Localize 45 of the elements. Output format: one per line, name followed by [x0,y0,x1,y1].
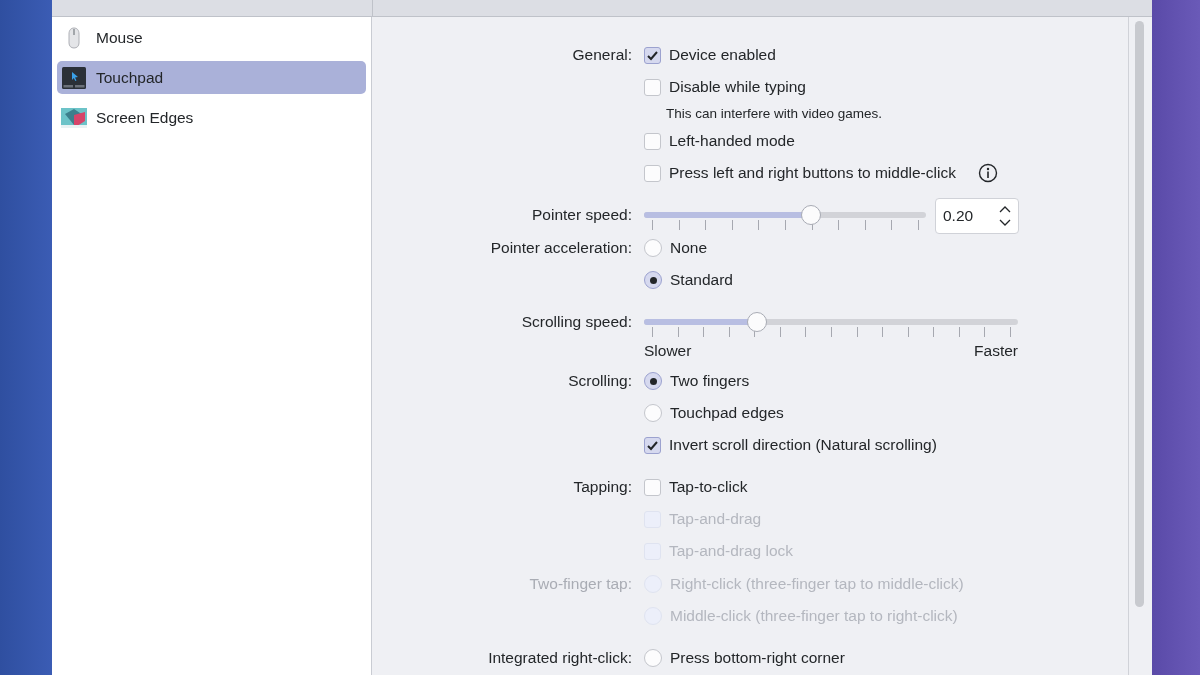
section-label: Pointer speed: [531,205,632,225]
radio-button[interactable] [644,271,662,289]
radio-label: None [670,239,708,257]
scale-label: Faster [974,342,1018,360]
section-label: Scrolling speed: [520,312,632,332]
section-label: Integrated right-click: [487,648,632,668]
sidebar-item[interactable]: Touchpad [57,61,366,94]
radio-button[interactable] [644,239,662,257]
scrollbar-thumb[interactable] [1135,21,1144,607]
radio-label: Touchpad edges [670,404,784,422]
checkbox-label: Disable while typing [669,78,806,96]
checkbox-label: Invert scroll direction (Natural scrolling) [669,436,937,454]
sidebar-item[interactable]: Mouse [57,21,366,54]
checkbox-label: Tap-to-click [669,478,748,496]
checkbox[interactable] [644,478,661,496]
checkbox[interactable] [644,164,661,182]
checkbox-label: Left-handed mode [669,132,795,150]
scale-label: Slower [644,342,692,360]
checkbox-label: Tap-and-drag [669,510,762,528]
touchpad-icon [61,64,87,91]
radio-label: Middle-click (three-finger tap to right-click) [670,607,958,625]
checkbox[interactable] [644,46,661,64]
checkbox[interactable] [644,436,661,454]
radio-button[interactable] [644,372,662,390]
radio-label: Two fingers [670,372,750,390]
checkbox[interactable] [644,132,661,150]
radio-button[interactable] [644,404,662,422]
section-label: Tapping: [572,477,632,497]
radio-label: Press bottom-right corner [670,649,845,667]
radio-button[interactable] [644,649,662,667]
checkbox-label: Press left and right buttons to middle-click [669,164,956,182]
spin-box[interactable]: 0.20 [935,198,1019,234]
radio-label: Right-click (three-finger tap to middle-click) [670,575,964,593]
section-label: General: [571,45,632,65]
checkbox-label: Tap-and-drag lock [669,542,794,560]
spin-arrows-icon[interactable] [998,204,1012,228]
radio-label: Standard [670,271,733,289]
sidebar-item[interactable]: Screen Edges [57,101,366,134]
section-label: Scrolling: [567,371,632,391]
section-label: Two-finger tap: [528,574,632,594]
section-label: Pointer acceleration: [489,238,632,258]
hint-text: This can interfere with video games. [665,105,884,123]
info-icon[interactable] [977,163,998,183]
checkbox-label: Device enabled [669,46,776,64]
checkbox[interactable] [644,78,661,96]
